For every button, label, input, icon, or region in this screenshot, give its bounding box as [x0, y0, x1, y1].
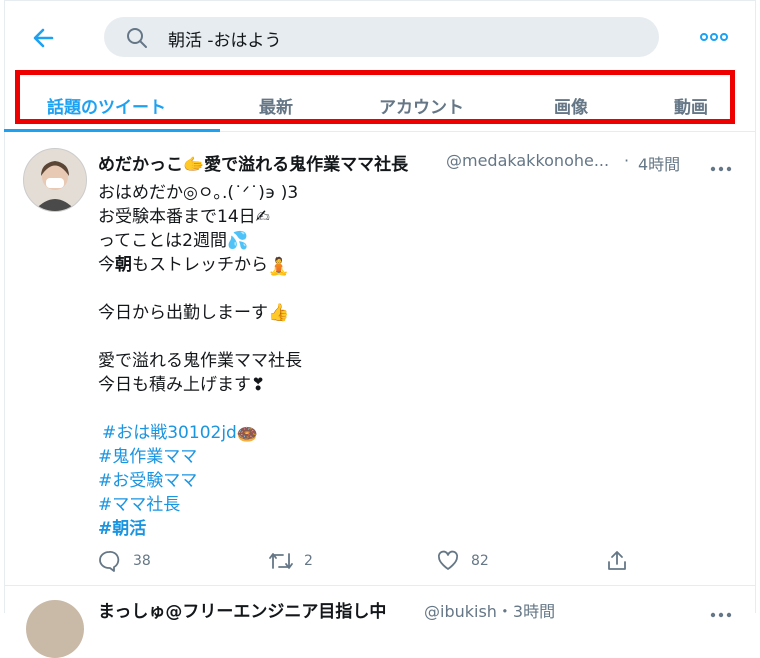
avatar-image	[24, 149, 86, 211]
tweet-text-line: お受験本番まで14日✍	[98, 207, 270, 227]
more-horizontal-icon	[710, 166, 732, 172]
donut-icon: 🍩	[236, 425, 259, 445]
like-button[interactable]	[437, 550, 459, 576]
retweet-icon	[269, 553, 293, 569]
hashtag-link[interactable]: #朝活	[98, 514, 146, 539]
arrow-left-icon	[33, 28, 54, 48]
tweet-display-name[interactable]: めだかっこ🫱愛で溢れる鬼作業ママ社長	[98, 150, 408, 175]
retweet-button[interactable]	[268, 550, 294, 576]
hashtag-link[interactable]: #鬼作業ママ	[98, 442, 197, 467]
tweet-text-line: 今日から出勤しまーす👍	[98, 303, 290, 323]
reply-count: 38	[133, 553, 151, 569]
more-options-button[interactable]	[700, 27, 728, 51]
tab-latest[interactable]: 最新	[259, 93, 293, 118]
hashtag-link[interactable]: #おは戦30102jd	[102, 423, 237, 443]
tweet-text-line: ってことは2週間💦	[98, 231, 249, 251]
tweet-divider	[4, 585, 755, 586]
tweet-text-line: 愛で溢れる鬼作業ママ社長	[98, 351, 302, 371]
tab-top[interactable]: 話題のツイート	[47, 93, 166, 118]
hashtag-link[interactable]: #お受験ママ	[98, 466, 197, 491]
active-tab-indicator	[4, 129, 220, 132]
search-tabs-highlight: 話題のツイート 最新 アカウント 画像 動画	[15, 70, 735, 124]
tweet-text-line: 今朝もストレッチから🧘	[98, 250, 289, 277]
tab-accounts[interactable]: アカウント	[379, 93, 464, 118]
tweet-handle[interactable]: @ibukish・3時間	[424, 598, 555, 622]
tweet-text-line: 今日も積み上げます❣	[98, 375, 266, 395]
share-icon	[608, 551, 626, 570]
more-horizontal-icon	[700, 33, 728, 41]
hashtag-line: #おは戦30102jd🍩	[102, 418, 258, 445]
search-query[interactable]: 朝活 -おはよう	[168, 26, 282, 51]
tweet-more-button[interactable]	[710, 604, 732, 623]
tweet-more-button[interactable]	[710, 158, 732, 177]
tab-images[interactable]: 画像	[554, 93, 588, 118]
share-button[interactable]	[606, 550, 628, 576]
hashtag-link[interactable]: #ママ社長	[98, 490, 180, 515]
tab-videos[interactable]: 動画	[674, 93, 708, 118]
person-stretching-icon: 🧘	[268, 257, 290, 277]
retweet-count: 2	[304, 553, 313, 569]
reply-icon	[99, 551, 120, 572]
heart-icon	[437, 550, 459, 570]
more-horizontal-icon	[710, 612, 732, 618]
tweet-text-part: 今	[98, 255, 115, 275]
avatar[interactable]	[23, 148, 87, 212]
back-button[interactable]	[30, 24, 58, 52]
tweet-handle[interactable]: @medakakkonohe...	[446, 151, 609, 170]
avatar[interactable]	[26, 600, 84, 658]
reply-button[interactable]	[98, 550, 120, 576]
tweet-text-part: もストレッチから	[132, 255, 268, 275]
tweet-separator: ·	[624, 151, 630, 170]
tweet-text-highlight: 朝	[115, 255, 132, 275]
search-input[interactable]: 朝活 -おはよう	[104, 17, 659, 57]
tweet-display-name[interactable]: まっしゅ@フリーエンジニア目指し中	[98, 597, 386, 622]
like-count: 82	[471, 553, 489, 569]
tweet-text-line: おはめだか◎ㅇ｡.(˙ᐟ˙)϶ )3	[98, 183, 299, 203]
search-icon	[127, 28, 147, 48]
tweet-time[interactable]: 4時間	[638, 151, 680, 175]
